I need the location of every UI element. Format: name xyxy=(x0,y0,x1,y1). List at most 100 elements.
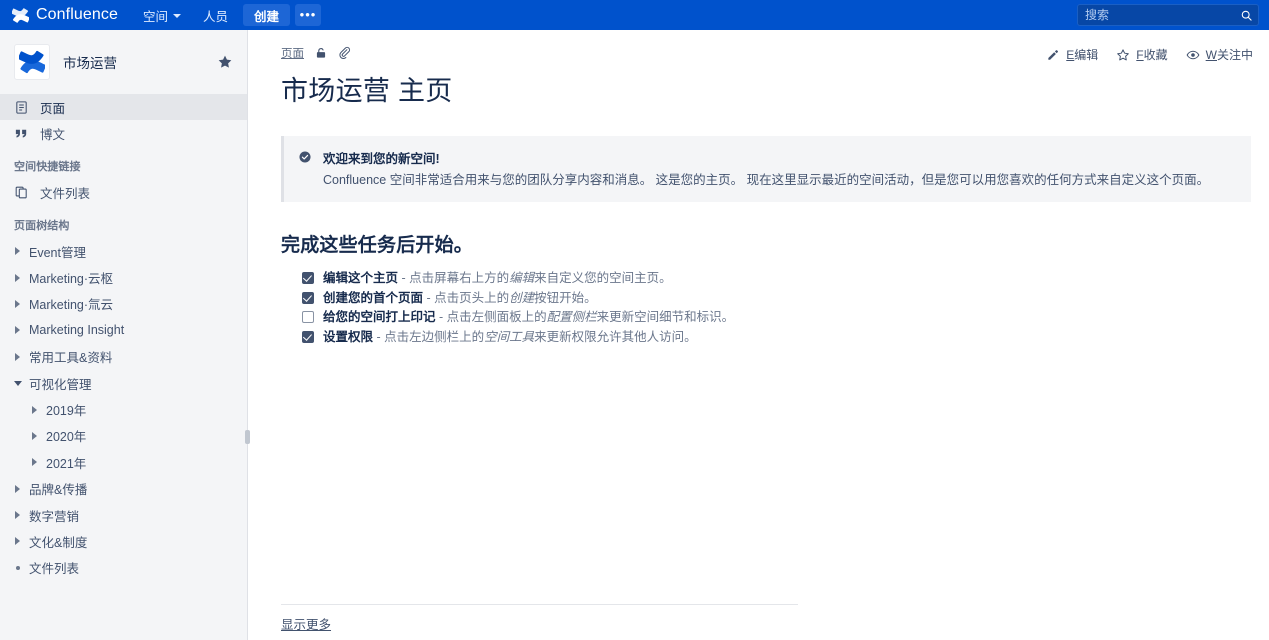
task-pre-text: 点击左边侧栏上的 xyxy=(384,329,485,344)
show-more-link[interactable]: 显示更多 xyxy=(281,614,331,633)
blog-quote-icon xyxy=(15,129,27,137)
sidebar-item-pages-label: 页面 xyxy=(40,101,66,116)
top-navigation-bar: Confluence 空间 人员 创建 ••• xyxy=(0,0,1269,30)
task-title: 创建您的首个页面 xyxy=(323,290,424,305)
confluence-brand[interactable]: Confluence xyxy=(0,0,132,30)
tree-item-label: 文化&制度 xyxy=(29,535,88,550)
task-post-text: 按钮开始。 xyxy=(534,290,597,305)
pencil-edit-icon xyxy=(1048,49,1059,60)
edit-button[interactable]: E编辑 xyxy=(1046,46,1098,63)
chevron-right-icon[interactable] xyxy=(10,247,25,256)
chevron-right-icon[interactable] xyxy=(10,352,25,361)
task-checkbox-checked[interactable] xyxy=(302,330,314,343)
tree-item-common-tools[interactable]: 常用工具&资料 xyxy=(0,344,247,370)
search-icon[interactable] xyxy=(1240,9,1253,22)
task-text: 编辑这个主页 - 点击屏幕右上方的编辑来自定义您的空间主页。 xyxy=(323,270,672,286)
watch-button[interactable]: W关注中 xyxy=(1186,46,1253,63)
tree-item-label: 2019年 xyxy=(46,404,87,419)
pages-icon xyxy=(16,100,27,114)
tree-item-label: 2020年 xyxy=(46,430,87,445)
onboarding-task-list: 编辑这个主页 - 点击屏幕右上方的编辑来自定义您的空间主页。 创建您的首个页面 … xyxy=(302,270,1269,345)
watch-button-label: W关注中 xyxy=(1206,46,1253,63)
chevron-right-icon[interactable] xyxy=(10,273,25,282)
breadcrumb-item-pages[interactable]: 页面 xyxy=(281,45,304,61)
tree-item-brand-communication[interactable]: 品牌&传播 xyxy=(0,476,247,502)
task-title: 编辑这个主页 xyxy=(323,271,399,286)
tree-item-marketing-yunshu[interactable]: Marketing·云枢 xyxy=(0,264,247,290)
sidebar-item-file-list[interactable]: 文件列表 xyxy=(0,179,247,205)
nav-item-spaces-label: 空间 xyxy=(142,9,168,24)
chevron-right-icon[interactable] xyxy=(10,326,25,335)
task-text: 设置权限 - 点击左边侧栏上的空间工具来更新权限允许其他人访问。 xyxy=(323,329,697,345)
chevron-right-icon[interactable] xyxy=(10,537,25,546)
tree-item-2019[interactable]: 2019年 xyxy=(0,396,247,422)
space-header: 市场运营 xyxy=(0,30,247,94)
attachment-paperclip-icon[interactable] xyxy=(338,46,352,60)
task-separator: - xyxy=(423,290,435,305)
chevron-down-icon[interactable] xyxy=(10,380,25,386)
task-checkbox-checked[interactable] xyxy=(302,272,314,285)
watch-label-text: 关注中 xyxy=(1216,48,1253,62)
task-separator: - xyxy=(373,329,385,344)
content-divider xyxy=(281,604,798,605)
chevron-right-icon[interactable] xyxy=(27,431,42,440)
nav-item-spaces[interactable]: 空间 xyxy=(132,0,192,30)
tree-item-marketing-chuanyun[interactable]: Marketing·氚云 xyxy=(0,291,247,317)
star-outline-icon xyxy=(1117,48,1130,60)
tree-item-label: 常用工具&资料 xyxy=(29,351,113,366)
favourite-shortcut-key: F xyxy=(1136,48,1144,62)
tree-item-label: 数字营销 xyxy=(29,509,80,524)
tree-item-event-guanli[interactable]: Event管理 xyxy=(0,238,247,264)
favourite-label-text: 收藏 xyxy=(1143,48,1168,62)
tree-item-label: Marketing Insight xyxy=(29,323,125,338)
chevron-right-icon[interactable] xyxy=(10,299,25,308)
sidebar-item-blog[interactable]: 博文 xyxy=(0,120,247,146)
task-checkbox-unchecked[interactable] xyxy=(302,311,314,324)
task-checkbox-checked[interactable] xyxy=(302,291,314,304)
chevron-right-icon[interactable] xyxy=(10,484,25,493)
check-circle-icon xyxy=(299,151,311,163)
tree-item-label: 2021年 xyxy=(46,456,87,471)
edit-button-label: E编辑 xyxy=(1066,46,1098,63)
space-avatar[interactable] xyxy=(14,44,50,80)
copy-file-icon xyxy=(15,186,27,198)
task-pre-text: 点击左侧面板上的 xyxy=(446,310,547,325)
favourite-button-label: F收藏 xyxy=(1136,46,1167,63)
task-separator: - xyxy=(398,271,410,286)
search-box[interactable] xyxy=(1077,4,1259,26)
tree-item-label: Marketing·氚云 xyxy=(29,298,114,313)
tree-item-marketing-insight[interactable]: Marketing Insight xyxy=(0,317,247,343)
tree-item-visual-management[interactable]: 可视化管理 xyxy=(0,370,247,396)
tree-item-2020[interactable]: 2020年 xyxy=(0,423,247,449)
chevron-down-icon xyxy=(172,14,181,18)
chevron-right-icon[interactable] xyxy=(27,405,42,414)
search-input[interactable] xyxy=(1085,8,1240,22)
tree-item-label: Event管理 xyxy=(29,245,86,260)
chevron-right-icon[interactable] xyxy=(27,458,42,467)
star-filled-icon[interactable] xyxy=(217,54,233,70)
create-button[interactable]: 创建 xyxy=(242,4,290,26)
chevron-right-icon[interactable] xyxy=(10,511,25,520)
restrictions-lock-icon[interactable] xyxy=(314,46,328,60)
tree-item-digital-marketing[interactable]: 数字营销 xyxy=(0,502,247,528)
page-title: 市场运营 主页 xyxy=(281,76,453,106)
favourite-button[interactable]: F收藏 xyxy=(1116,46,1168,63)
task-pre-text: 点击页头上的 xyxy=(434,290,510,305)
tree-item-file-list[interactable]: 文件列表 xyxy=(0,555,247,581)
tree-item-2021[interactable]: 2021年 xyxy=(0,449,247,475)
confluence-logo-icon xyxy=(12,7,29,23)
space-sidebar: 市场运营 页面 博文 空间快捷链接 文件列表 页面树结构 Event管理 Mar… xyxy=(0,30,248,640)
task-row: 给您的空间打上印记 - 点击左侧面板上的配置侧栏来更新空间细节和标识。 xyxy=(302,309,1269,325)
welcome-banner-body: Confluence 空间非常适合用来与您的团队分享内容和消息。 这是您的主页。… xyxy=(323,173,1210,187)
sidebar-item-pages[interactable]: 页面 xyxy=(0,94,247,120)
task-post-text: 来更新空间细节和标识。 xyxy=(596,310,735,325)
eye-watch-icon xyxy=(1186,50,1200,59)
nav-item-people[interactable]: 人员 xyxy=(192,0,239,30)
sidebar-resize-handle[interactable] xyxy=(245,430,250,444)
tree-item-culture-system[interactable]: 文化&制度 xyxy=(0,528,247,554)
page-actions-toolbar: E编辑 F收藏 W关注中 xyxy=(1046,46,1253,63)
more-options-button[interactable]: ••• xyxy=(295,4,321,26)
confluence-space-avatar-icon xyxy=(19,50,45,74)
task-title: 给您的空间打上印记 xyxy=(323,310,436,325)
welcome-banner: 欢迎来到您的新空间! Confluence 空间非常适合用来与您的团队分享内容和… xyxy=(281,136,1251,203)
